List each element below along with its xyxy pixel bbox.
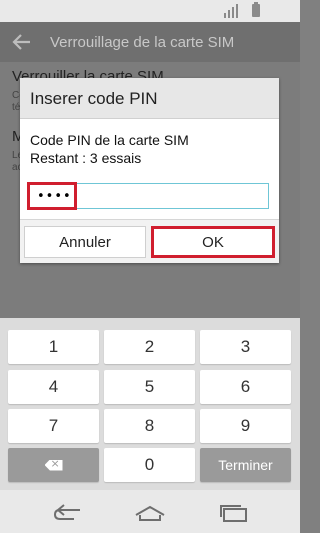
key-6[interactable]: 6 [200, 370, 291, 404]
key-5[interactable]: 5 [104, 370, 195, 404]
navigation-bar [0, 490, 300, 533]
key-3[interactable]: 3 [200, 330, 291, 364]
back-arrow-icon[interactable] [10, 30, 34, 54]
dialog-actions: Annuler OK [20, 219, 279, 263]
pin-dialog: Inserer code PIN Code PIN de la carte SI… [20, 78, 279, 263]
backspace-icon: × [44, 459, 63, 471]
dialog-header: Inserer code PIN [20, 78, 279, 119]
key-7[interactable]: 7 [8, 409, 99, 443]
key-1[interactable]: 1 [8, 330, 99, 364]
numeric-keyboard: 1 2 3 4 5 6 7 8 9 × 0 Terminer [0, 318, 300, 490]
cancel-button[interactable]: Annuler [24, 226, 146, 258]
pin-input[interactable] [28, 183, 269, 209]
home-icon[interactable] [133, 502, 167, 524]
app-bar: Verrouillage de la carte SIM [0, 22, 300, 62]
page-title: Verrouillage de la carte SIM [50, 34, 235, 51]
key-9[interactable]: 9 [200, 409, 291, 443]
delete-key[interactable]: × [8, 448, 99, 482]
key-2[interactable]: 2 [104, 330, 195, 364]
nav-back-icon[interactable] [50, 502, 84, 524]
ok-button[interactable]: OK [151, 226, 275, 258]
key-0[interactable]: 0 [104, 448, 195, 482]
attempts-remaining: Restant : 3 essais [30, 150, 142, 166]
recent-apps-icon[interactable] [217, 502, 251, 524]
dialog-title: Inserer code PIN [30, 89, 158, 108]
done-key[interactable]: Terminer [200, 448, 291, 482]
key-8[interactable]: 8 [104, 409, 195, 443]
status-bar [0, 0, 300, 22]
dialog-message: Code PIN de la carte SIM [30, 132, 189, 148]
battery-icon [252, 2, 260, 17]
key-4[interactable]: 4 [8, 370, 99, 404]
